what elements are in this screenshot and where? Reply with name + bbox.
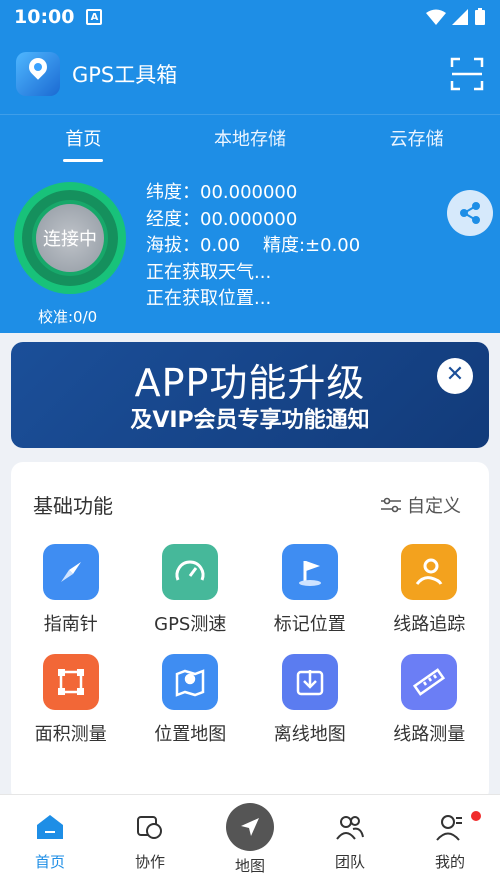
area-icon — [42, 654, 99, 710]
nav-collaborate[interactable]: 协作 — [100, 795, 200, 888]
function-route-tracking[interactable]: 线路追踪 — [370, 544, 490, 636]
nav-collaborate-label: 协作 — [134, 853, 165, 871]
navigate-icon — [226, 803, 274, 851]
tab-home-label: 首页 — [65, 129, 102, 150]
gauge-status: 连接中 — [43, 229, 97, 250]
nav-team[interactable]: 团队 — [300, 795, 400, 888]
latitude-text: 纬度：00.000000 — [146, 182, 298, 203]
app-header: GPS工具箱 — [0, 34, 500, 114]
nav-map[interactable]: 地图 — [200, 795, 300, 888]
function-mark-location[interactable]: 标记位置 — [250, 544, 370, 636]
function-compass[interactable]: 指南针 — [11, 544, 131, 636]
team-icon — [336, 816, 364, 840]
notification-icon: A — [86, 9, 103, 25]
status-right — [426, 8, 486, 26]
scan-icon — [450, 57, 484, 91]
download-map-icon — [281, 654, 338, 710]
signal-icon — [452, 9, 468, 25]
banner-title: APP功能升级 — [134, 361, 366, 405]
weather-text: 正在获取天气... — [146, 261, 272, 283]
ruler-icon — [401, 654, 458, 710]
gps-signal-gauge[interactable]: 连接中 — [14, 182, 126, 294]
function-label: 位置地图 — [154, 724, 227, 745]
nav-team-label: 团队 — [334, 853, 365, 871]
function-label: 标记位置 — [273, 614, 346, 635]
route-track-icon — [401, 544, 458, 600]
tab-local-storage-label: 本地存储 — [214, 129, 286, 150]
longitude-text: 经度：00.000000 — [146, 208, 298, 230]
function-label: GPS测速 — [154, 614, 227, 635]
function-offline-map[interactable]: 离线地图 — [250, 654, 370, 746]
notification-dot — [471, 811, 481, 821]
tab-cloud-storage-label: 云存储 — [389, 129, 444, 150]
nav-home-label: 首页 — [34, 853, 65, 871]
function-label: 线路测量 — [393, 724, 466, 745]
function-location-map[interactable]: 位置地图 — [131, 654, 251, 746]
altitude-accuracy-text: 海拔：0.00 精度:±0.00 — [146, 235, 361, 256]
scan-button[interactable] — [450, 57, 484, 91]
customize-label: 自定义 — [407, 496, 461, 517]
location-text: 正在获取位置... — [146, 288, 272, 309]
profile-icon — [436, 815, 462, 841]
app-title: GPS工具箱 — [72, 63, 178, 87]
upgrade-banner[interactable]: APP功能升级 及VIP会员专享功能通知 ✕ — [11, 342, 489, 448]
home-icon — [37, 815, 63, 839]
map-pin-icon — [162, 654, 219, 710]
close-icon: ✕ — [445, 362, 465, 387]
tab-cloud-storage[interactable]: 云存储 — [333, 115, 500, 166]
basic-functions-card: 基础功能 自定义 指南针 GPS测速 标记位置 线路追踪 面积测量 位置地图 离… — [11, 462, 489, 802]
battery-icon — [475, 8, 485, 25]
status-bar: 10:00 A — [0, 0, 500, 34]
share-icon — [460, 202, 480, 224]
function-label: 指南针 — [43, 614, 98, 635]
compass-icon — [42, 544, 99, 600]
function-label: 线路追踪 — [393, 614, 466, 635]
function-route-measure[interactable]: 线路测量 — [370, 654, 490, 746]
app-logo — [16, 52, 60, 96]
share-button[interactable] — [447, 190, 493, 236]
tab-local-storage[interactable]: 本地存储 — [167, 115, 334, 166]
bottom-nav: 首页 协作 地图 团队 我的 — [0, 794, 500, 888]
gps-panel: 连接中 校准:0/0 纬度：00.000000 经度：00.000000 海拔：… — [0, 166, 500, 333]
nav-home[interactable]: 首页 — [0, 795, 100, 888]
banner-close-button[interactable]: ✕ — [437, 358, 473, 394]
function-area-measure[interactable]: 面积测量 — [11, 654, 131, 746]
collaborate-icon — [137, 816, 162, 839]
gps-info: 纬度：00.000000 经度：00.000000 海拔：0.00 精度:±0.… — [146, 180, 360, 313]
section-title: 基础功能 — [33, 494, 113, 518]
function-label: 离线地图 — [273, 724, 346, 745]
sliders-icon — [381, 497, 401, 513]
nav-profile[interactable]: 我的 — [400, 795, 500, 888]
banner-subtitle: 及VIP会员专享功能通知 — [130, 408, 370, 433]
speedometer-icon — [162, 544, 219, 600]
nav-profile-label: 我的 — [434, 853, 465, 871]
nav-map-label: 地图 — [234, 857, 265, 875]
calibration-text: 校准:0/0 — [38, 308, 98, 326]
function-gps-speed[interactable]: GPS测速 — [131, 544, 251, 636]
top-tabs: 首页 本地存储 云存储 — [0, 114, 500, 166]
function-grid: 指南针 GPS测速 标记位置 线路追踪 面积测量 位置地图 离线地图 线路测量 — [11, 544, 489, 746]
flag-icon — [281, 544, 338, 600]
wifi-icon — [426, 9, 446, 25]
customize-button[interactable]: 自定义 — [381, 492, 461, 518]
status-time: 10:00 — [14, 6, 75, 28]
tab-home[interactable]: 首页 — [0, 115, 167, 166]
function-label: 面积测量 — [34, 724, 107, 745]
